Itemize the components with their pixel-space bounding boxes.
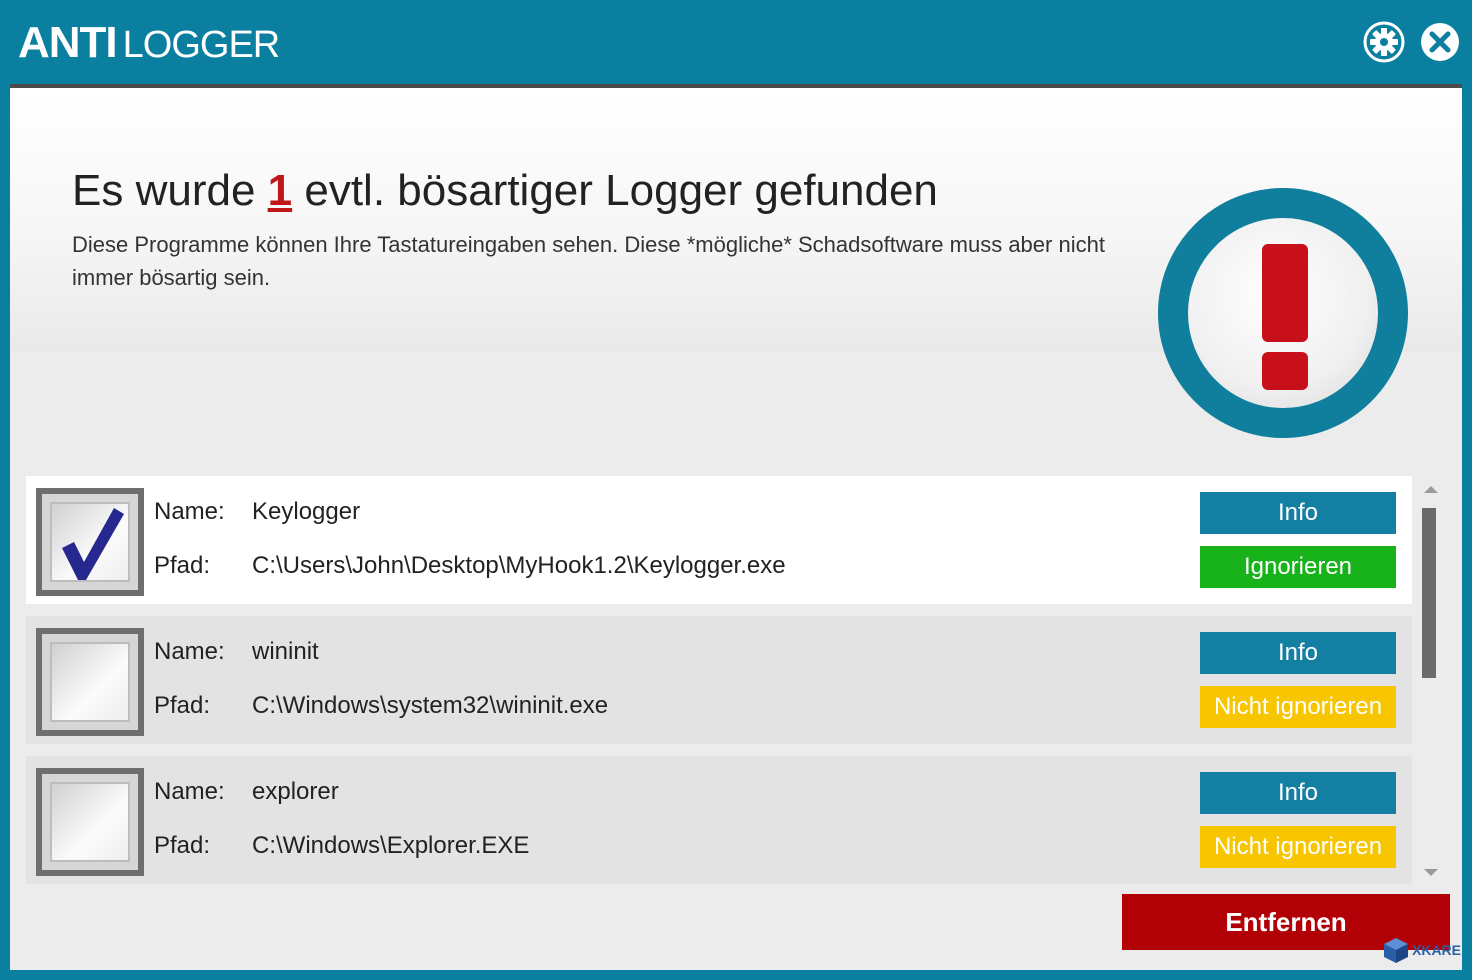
item-path: C:\Windows\Explorer.EXE	[252, 832, 530, 859]
exclamation-bar	[1262, 244, 1308, 342]
headline-suffix: evtl. bösartiger Logger gefunden	[292, 166, 938, 215]
info-button[interactable]: Info	[1200, 492, 1396, 534]
gear-icon	[1363, 21, 1405, 63]
not-ignore-button[interactable]: Nicht ignorieren	[1200, 686, 1396, 728]
settings-button[interactable]	[1362, 20, 1406, 64]
checkbox-inner	[50, 782, 130, 862]
cube-logo-icon	[1384, 938, 1408, 963]
item-checkbox[interactable]	[36, 768, 144, 876]
watermark: XKARE	[1382, 934, 1468, 968]
ignore-button[interactable]: Ignorieren	[1200, 546, 1396, 588]
name-label: Name:	[154, 498, 225, 525]
name-label: Name:	[154, 778, 225, 805]
headline-prefix: Es wurde	[72, 166, 268, 215]
exclamation-icon	[1158, 188, 1408, 438]
logger-list: Name: Keylogger Pfad: C:\Users\John\Desk…	[26, 476, 1412, 884]
list-item: Name: wininit Pfad: C:\Windows\system32\…	[26, 616, 1412, 744]
close-icon	[1421, 23, 1459, 61]
info-button[interactable]: Info	[1200, 632, 1396, 674]
page-title: Es wurde 1 evtl. bösartiger Logger gefun…	[72, 166, 938, 216]
not-ignore-button[interactable]: Nicht ignorieren	[1200, 826, 1396, 868]
app-logo: ANTI LOGGER	[18, 18, 281, 68]
checkmark-icon	[62, 508, 124, 580]
path-label: Pfad:	[154, 692, 211, 719]
description-text: Diese Programme können Ihre Tastatureing…	[72, 232, 1105, 290]
scroll-thumb[interactable]	[1422, 508, 1436, 678]
logo-anti: ANTI	[18, 18, 118, 67]
info-button[interactable]: Info	[1200, 772, 1396, 814]
list-item: Name: Keylogger Pfad: C:\Users\John\Desk…	[26, 476, 1412, 604]
title-bar: ANTI LOGGER	[0, 0, 1472, 84]
path-label: Pfad:	[154, 552, 211, 579]
list-item: Name: explorer Pfad: C:\Windows\Explorer…	[26, 756, 1412, 884]
list-scrollbar[interactable]	[1418, 476, 1444, 884]
logo-logger: LOGGER	[122, 24, 281, 66]
item-path: C:\Users\John\Desktop\MyHook1.2\Keylogge…	[252, 552, 786, 579]
checkbox-inner	[50, 642, 130, 722]
item-name: explorer	[252, 778, 339, 805]
main-panel: Es wurde 1 evtl. bösartiger Logger gefun…	[10, 84, 1462, 970]
item-checkbox[interactable]	[36, 628, 144, 736]
scroll-up-arrow-icon[interactable]	[1424, 486, 1438, 493]
exclamation-dot	[1262, 352, 1308, 390]
found-count: 1	[267, 166, 293, 215]
close-button[interactable]	[1418, 20, 1462, 64]
item-name: Keylogger	[252, 498, 361, 525]
item-checkbox[interactable]	[36, 488, 144, 596]
path-label: Pfad:	[154, 832, 211, 859]
item-name: wininit	[252, 638, 319, 665]
item-path: C:\Windows\system32\wininit.exe	[252, 692, 609, 719]
name-label: Name:	[154, 638, 225, 665]
scroll-down-arrow-icon[interactable]	[1424, 869, 1438, 876]
watermark-text: XKARE	[1412, 942, 1462, 958]
